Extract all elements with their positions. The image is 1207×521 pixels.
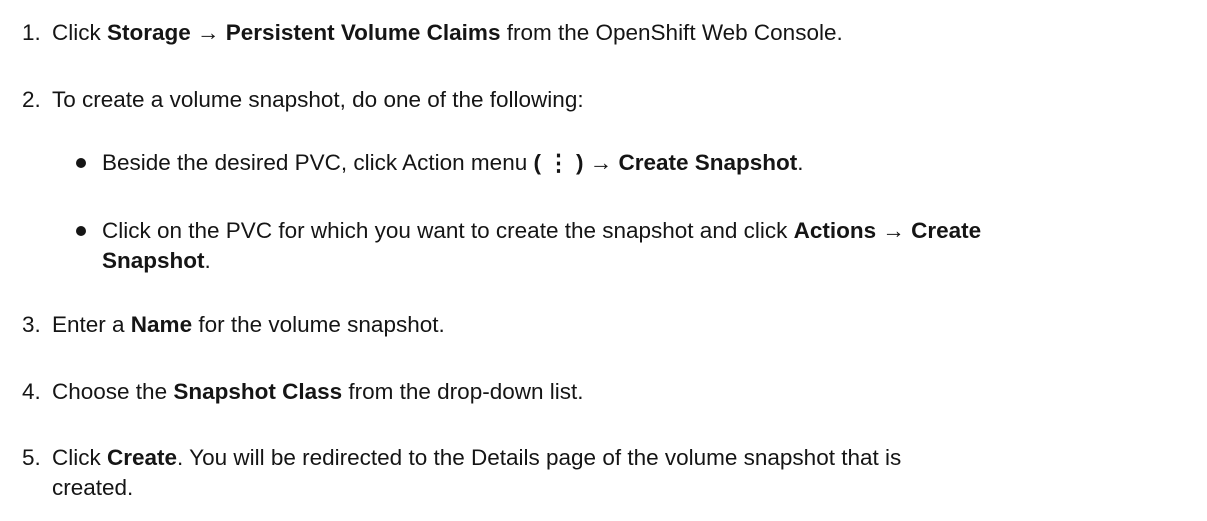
step-text-bold: Name: [130, 312, 193, 337]
bullet-text-plain: .: [204, 248, 211, 273]
bullet-text-bold: ( ⋮ ) → Create Snapshot: [533, 150, 798, 175]
step-text: Enter a Name for the volume snapshot.: [52, 310, 445, 340]
bullet-dot-icon: [76, 158, 86, 168]
step-text-plain: . You will be redirected to the Details …: [177, 445, 902, 470]
step-text: Choose the Snapshot Class from the drop-…: [52, 377, 584, 407]
bullet-text-continued: Snapshot.: [102, 246, 211, 276]
bullet-text-bold: Snapshot: [102, 248, 205, 273]
procedure-document: { "steps": [ { "num": "1.", "parts": { "…: [0, 0, 1207, 521]
step-text-continued: created.: [52, 475, 134, 500]
step-text-bold: Snapshot Class: [173, 379, 343, 404]
step-text-plain: Click: [52, 20, 107, 45]
bullet-text: Click on the PVC for which you want to c…: [102, 216, 981, 246]
step-text-plain: Enter a: [52, 312, 131, 337]
bullet-text-plain: .: [797, 150, 804, 175]
step-number: 3.: [22, 312, 41, 337]
step-text: Click Create. You will be redirected to …: [52, 443, 901, 473]
step-number: 1.: [22, 20, 41, 45]
step-text: Click Storage → Persistent Volume Claims…: [52, 18, 843, 48]
step-text-bold: Create: [107, 445, 178, 470]
step-text-plain: Click: [52, 445, 107, 470]
bullet-text: Beside the desired PVC, click Action men…: [102, 148, 804, 178]
bullet-text-plain: Click on the PVC for which you want to c…: [102, 218, 794, 243]
step-number: 2.: [22, 87, 41, 112]
step-text: To create a volume snapshot, do one of t…: [52, 87, 584, 112]
step-text-bold: Storage → Persistent Volume Claims: [107, 20, 501, 45]
step-text-plain: for the volume snapshot.: [192, 312, 445, 337]
bullet-text-plain: Beside the desired PVC, click Action men…: [102, 150, 534, 175]
step-number: 4.: [22, 379, 41, 404]
step-text-plain: from the drop-down list.: [342, 379, 584, 404]
bullet-text-bold: Actions → Create: [793, 218, 982, 243]
bullet-dot-icon: [76, 226, 86, 236]
step-number: 5.: [22, 445, 41, 470]
step-text-plain: from the OpenShift Web Console.: [500, 20, 843, 45]
step-text-plain: Choose the: [52, 379, 174, 404]
